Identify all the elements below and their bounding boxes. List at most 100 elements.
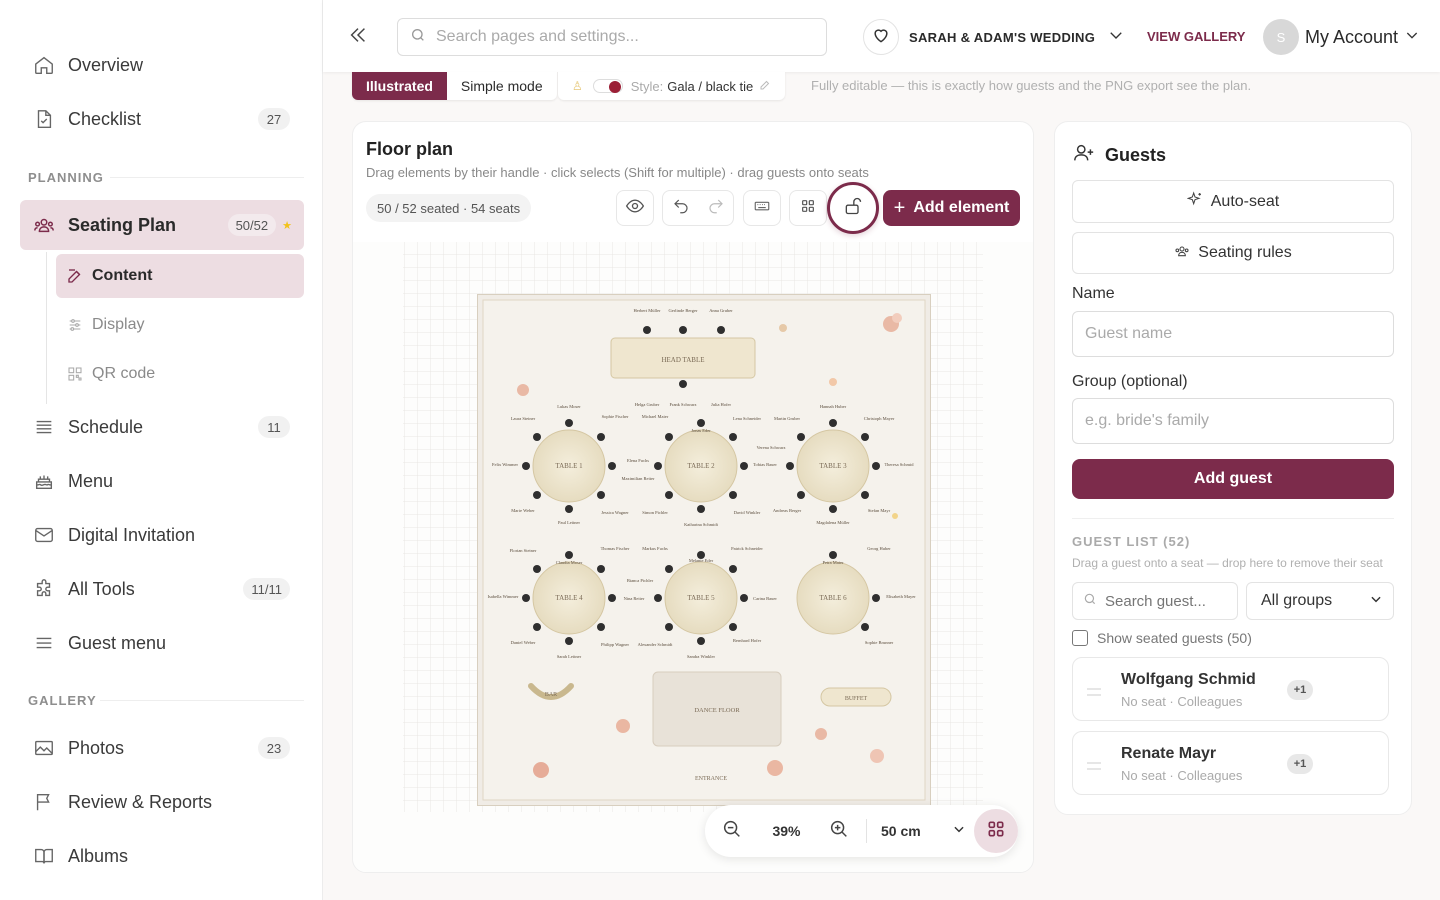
seat[interactable] [872, 462, 880, 470]
seat[interactable] [608, 462, 616, 470]
global-search[interactable] [397, 18, 827, 56]
nav-guest-menu[interactable]: Guest menu [20, 618, 304, 668]
subnav-content[interactable]: Content [56, 254, 304, 298]
seat[interactable] [533, 565, 541, 573]
nav-review-reports[interactable]: Review & Reports [20, 777, 304, 827]
redo-button[interactable] [707, 197, 725, 220]
seat[interactable] [565, 637, 573, 645]
seat[interactable] [597, 491, 605, 499]
nav-photos[interactable]: Photos 23 [20, 723, 304, 773]
nav-digital-invitation[interactable]: Digital Invitation [20, 510, 304, 560]
tab-illustrated[interactable]: Illustrated [352, 72, 447, 100]
seat[interactable] [729, 433, 737, 441]
zoom-in-button[interactable] [828, 818, 852, 845]
guest-list-item[interactable]: Renate Mayr No seat · Colleagues +1 [1072, 731, 1389, 795]
event-switcher[interactable]: SARAH & ADAM'S WEDDING [863, 18, 1125, 56]
subnav-qr-code[interactable]: QR code [56, 352, 304, 396]
seat[interactable] [665, 433, 673, 441]
seat[interactable] [717, 326, 725, 334]
show-seated-checkbox[interactable] [1072, 630, 1088, 646]
seat[interactable] [522, 594, 530, 602]
auto-seat-button[interactable]: Auto-seat [1072, 180, 1394, 223]
nav-schedule[interactable]: Schedule 11 [20, 402, 304, 452]
seat[interactable] [861, 623, 869, 631]
group-filter-select[interactable]: All groups [1246, 582, 1394, 620]
seat[interactable] [740, 462, 748, 470]
seat[interactable] [697, 637, 705, 645]
nav-all-tools[interactable]: All Tools 11/11 [20, 564, 304, 614]
show-seated-toggle[interactable]: Show seated guests (50) [1072, 630, 1252, 646]
seat[interactable] [697, 505, 705, 513]
dance-floor[interactable]: DANCE FLOOR [652, 671, 782, 747]
seat[interactable] [829, 551, 837, 559]
seat[interactable] [654, 462, 662, 470]
subnav-display[interactable]: Display [56, 303, 304, 347]
guest-name-input[interactable] [1072, 311, 1394, 357]
guest-list-item[interactable]: Wolfgang Schmid No seat · Colleagues +1 [1072, 657, 1389, 721]
seat[interactable] [597, 623, 605, 631]
grid-size-select[interactable]: 50 cm [881, 822, 966, 841]
guest-group-input[interactable] [1072, 398, 1394, 444]
nav-seating-plan[interactable]: Seating Plan 50/52 ★ [20, 200, 304, 250]
seat[interactable] [597, 565, 605, 573]
view-gallery-link[interactable]: VIEW GALLERY [1147, 29, 1245, 44]
lock-layout-button[interactable] [827, 182, 879, 234]
seat[interactable] [729, 623, 737, 631]
seat[interactable] [643, 326, 651, 334]
seat[interactable] [597, 433, 605, 441]
seat[interactable] [697, 551, 705, 559]
seat[interactable] [522, 462, 530, 470]
seat[interactable] [565, 419, 573, 427]
seat[interactable] [797, 491, 805, 499]
seat[interactable] [729, 565, 737, 573]
drag-handle-icon[interactable] [1087, 758, 1101, 776]
seat[interactable] [786, 462, 794, 470]
nav-albums[interactable]: Albums [20, 831, 304, 881]
seat[interactable] [665, 565, 673, 573]
seat[interactable] [829, 419, 837, 427]
style-toggle[interactable] [592, 79, 623, 93]
nav-checklist[interactable]: Checklist 27 [20, 94, 304, 144]
guest-search[interactable] [1072, 582, 1238, 620]
seat[interactable] [861, 433, 869, 441]
seat[interactable] [729, 491, 737, 499]
drag-handle-icon[interactable] [1087, 684, 1101, 702]
zoom-out-button[interactable] [721, 818, 745, 845]
add-guest-button[interactable]: Add guest [1072, 459, 1394, 499]
seat[interactable] [608, 594, 616, 602]
seat[interactable] [533, 433, 541, 441]
collapse-sidebar-button[interactable] [343, 22, 373, 52]
nav-overview[interactable]: Overview [20, 40, 304, 90]
seat[interactable] [697, 419, 705, 427]
seat[interactable] [665, 623, 673, 631]
buffet[interactable]: BUFFET [820, 687, 892, 707]
favorite-event-button[interactable] [863, 19, 899, 55]
fit-view-button[interactable] [974, 809, 1018, 853]
global-search-input[interactable] [436, 28, 816, 46]
tab-simple-mode[interactable]: Simple mode [447, 72, 557, 100]
floor-plan-canvas[interactable]: HEAD TABLE Herbert Müller Gerlinde Berge… [353, 242, 1033, 872]
grid-toggle-button[interactable] [789, 190, 827, 226]
style-selector[interactable]: ♙ Style: Gala / black tie [558, 72, 786, 100]
seat[interactable] [533, 491, 541, 499]
undo-button[interactable] [672, 197, 690, 220]
nav-menu[interactable]: Menu [20, 456, 304, 506]
seating-rules-button[interactable]: Seating rules [1072, 232, 1394, 274]
seat[interactable] [565, 551, 573, 559]
seat[interactable] [565, 505, 573, 513]
account-menu[interactable]: S My Account [1263, 18, 1420, 56]
seat[interactable] [665, 491, 673, 499]
seat[interactable] [797, 433, 805, 441]
seat[interactable] [872, 594, 880, 602]
preview-button[interactable] [616, 190, 654, 226]
seat[interactable] [679, 326, 687, 334]
guest-search-input[interactable] [1105, 592, 1235, 610]
seat[interactable] [861, 491, 869, 499]
seat[interactable] [740, 594, 748, 602]
seat[interactable] [654, 594, 662, 602]
keyboard-shortcuts-button[interactable] [743, 190, 781, 226]
add-element-button[interactable]: + Add element [883, 190, 1020, 226]
seat[interactable] [829, 505, 837, 513]
seat[interactable] [679, 380, 687, 388]
seat[interactable] [533, 623, 541, 631]
